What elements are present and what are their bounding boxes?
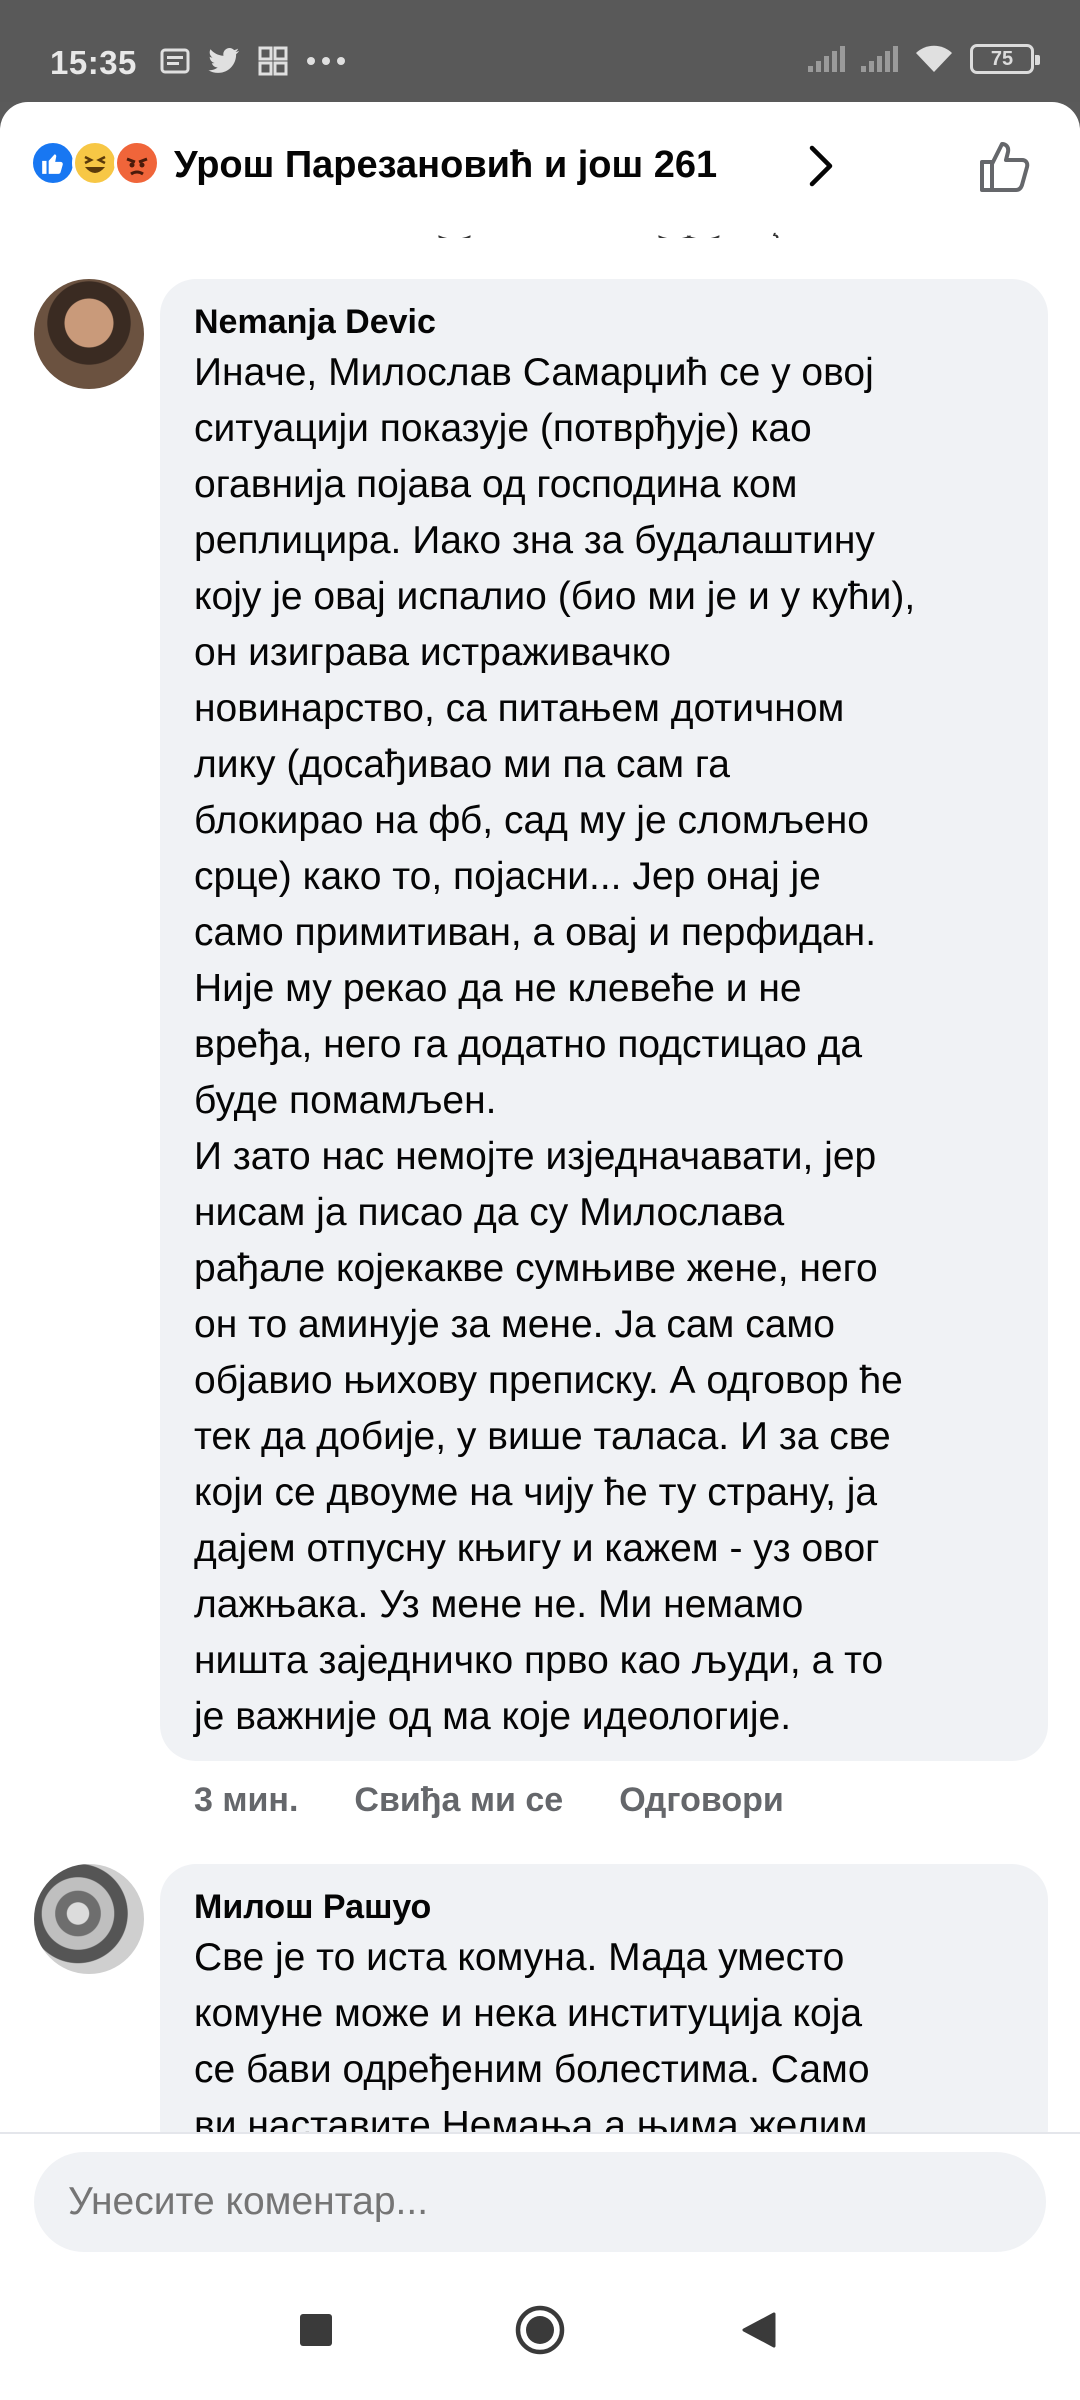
comment-line: нисам ја писао да су Милослава	[194, 1191, 785, 1234]
status-bar: 15:35 75	[0, 0, 1080, 102]
battery-icon: 75	[970, 44, 1040, 74]
navigation-bar	[0, 2262, 1080, 2400]
reactions-header[interactable]: Урош Парезановић и још 261	[0, 102, 1080, 230]
status-icons-left	[160, 46, 346, 76]
comments-list[interactable]: ‿‿‿¸ Nemanja Devic Иначе, Милослав Самар…	[0, 230, 1080, 2132]
twitter-icon	[208, 48, 240, 73]
comment-line: ситуацији показује (потврђује) као	[194, 407, 812, 450]
reaction-icons	[30, 140, 160, 186]
comment-line: ви наставите Немања а њима желим	[194, 2104, 868, 2132]
like-comment-button[interactable]: Свиђа ми се	[354, 1781, 563, 1820]
previous-comment-clip: ‿‿‿¸	[0, 230, 1080, 238]
comment-line: Није му рекао да не клевеће и не	[194, 967, 802, 1010]
signal-icon	[861, 46, 898, 72]
apps-icon	[258, 46, 288, 76]
comment-composer	[0, 2132, 1080, 2262]
comment-line: огавнија појава од господина ком	[194, 463, 798, 506]
comment-author[interactable]: Nemanja Devic	[194, 299, 1014, 345]
comment-line: се бави одређеним болестима. Само	[194, 2048, 870, 2091]
back-button[interactable]	[740, 2310, 780, 2350]
signal-icon	[808, 46, 845, 72]
comment-line: лажњака. Уз мене не. Ми немамо	[194, 1583, 804, 1626]
comment-line: који се двоуме на чију ће ту страну, ја	[194, 1471, 878, 1514]
comment-line: Иначе, Милослав Самарџић се у овој	[194, 351, 874, 394]
avatar[interactable]	[34, 1864, 144, 1974]
comment-input[interactable]	[34, 2152, 1046, 2252]
comment-line: дајем отпусну књигу и кажем - уз овог	[194, 1527, 880, 1570]
comment-line: тек да добије, у више таласа. И за све	[194, 1415, 891, 1458]
wifi-icon	[916, 45, 952, 72]
comment-timestamp[interactable]: 3 мин.	[194, 1781, 298, 1820]
comment-line: он изиграва истраживачко	[194, 631, 671, 674]
comment-line: рађале којекакве сумњиве жене, него	[194, 1247, 878, 1290]
comment-line: И зато нас немојте изједначавати, јер	[194, 1135, 877, 1178]
comment-line: Све је то иста комуна. Мада уместо	[194, 1936, 845, 1979]
comment-bubble[interactable]: Nemanja Devic Иначе, Милослав Самарџић с…	[160, 279, 1048, 1761]
comment-text: Иначе, Милослав Самарџић се у овој ситуа…	[194, 345, 1014, 1745]
comment-line: буде помамљен.	[194, 1079, 497, 1122]
battery-level: 75	[990, 47, 1014, 70]
comment-line: новинарство, са питањем дотичном	[194, 687, 845, 730]
comment-line: срце) како то, појасни... Јер онај је	[194, 855, 821, 898]
comment-text: Све је то иста комуна. Мада уместо комун…	[194, 1930, 1014, 2132]
notification-icon	[160, 48, 190, 74]
recents-button[interactable]	[298, 2312, 334, 2348]
comment-line: реплицира. Иако зна за будалаштину	[194, 519, 875, 562]
chevron-right-icon[interactable]	[800, 142, 840, 190]
comment-line: комуне може и нека институција која	[194, 1992, 863, 2035]
comment-line: вређа, него га додатно подстицао да	[194, 1023, 863, 1066]
haha-reaction-icon	[72, 140, 118, 186]
reply-button[interactable]: Одговори	[619, 1781, 784, 1820]
like-icon[interactable]	[976, 136, 1036, 196]
comment-bubble[interactable]: Милош Рашуо Све је то иста комуна. Мада …	[160, 1864, 1048, 2132]
more-dots-icon	[307, 57, 345, 65]
comment-actions: 3 мин. Свиђа ми се Одговори	[194, 1781, 784, 1820]
comments-sheet: Урош Парезановић и још 261 ‿‿‿¸ Nemanja …	[0, 102, 1080, 2262]
home-button[interactable]	[514, 2304, 566, 2356]
status-time: 15:35	[50, 44, 137, 81]
comment-line: блокирао на фб, сад му је сломљено	[194, 799, 869, 842]
comment-author[interactable]: Милош Рашуо	[194, 1884, 1014, 1930]
comment-line: само примитиван, а овај и перфидан.	[194, 911, 877, 954]
comment-line: лику (досађивао ми па сам га	[194, 743, 730, 786]
like-reaction-icon	[30, 140, 76, 186]
comment-line: ништа заједничко прво као људи, а то	[194, 1639, 884, 1682]
comment-line: коју је овај испалио (био ми је и у кући…	[194, 575, 916, 618]
comment-line: објавио њихову преписку. А одговор ће	[194, 1359, 903, 1402]
angry-reaction-icon	[114, 140, 160, 186]
comment-line: он то аминује за мене. Ја сам само	[194, 1303, 835, 1346]
status-icons-right: 75	[808, 44, 1040, 74]
reactions-summary[interactable]: Урош Парезановић и још 261	[174, 144, 717, 187]
comment-line: је важније од ма које идеологије.	[194, 1695, 792, 1738]
avatar[interactable]	[34, 279, 144, 389]
